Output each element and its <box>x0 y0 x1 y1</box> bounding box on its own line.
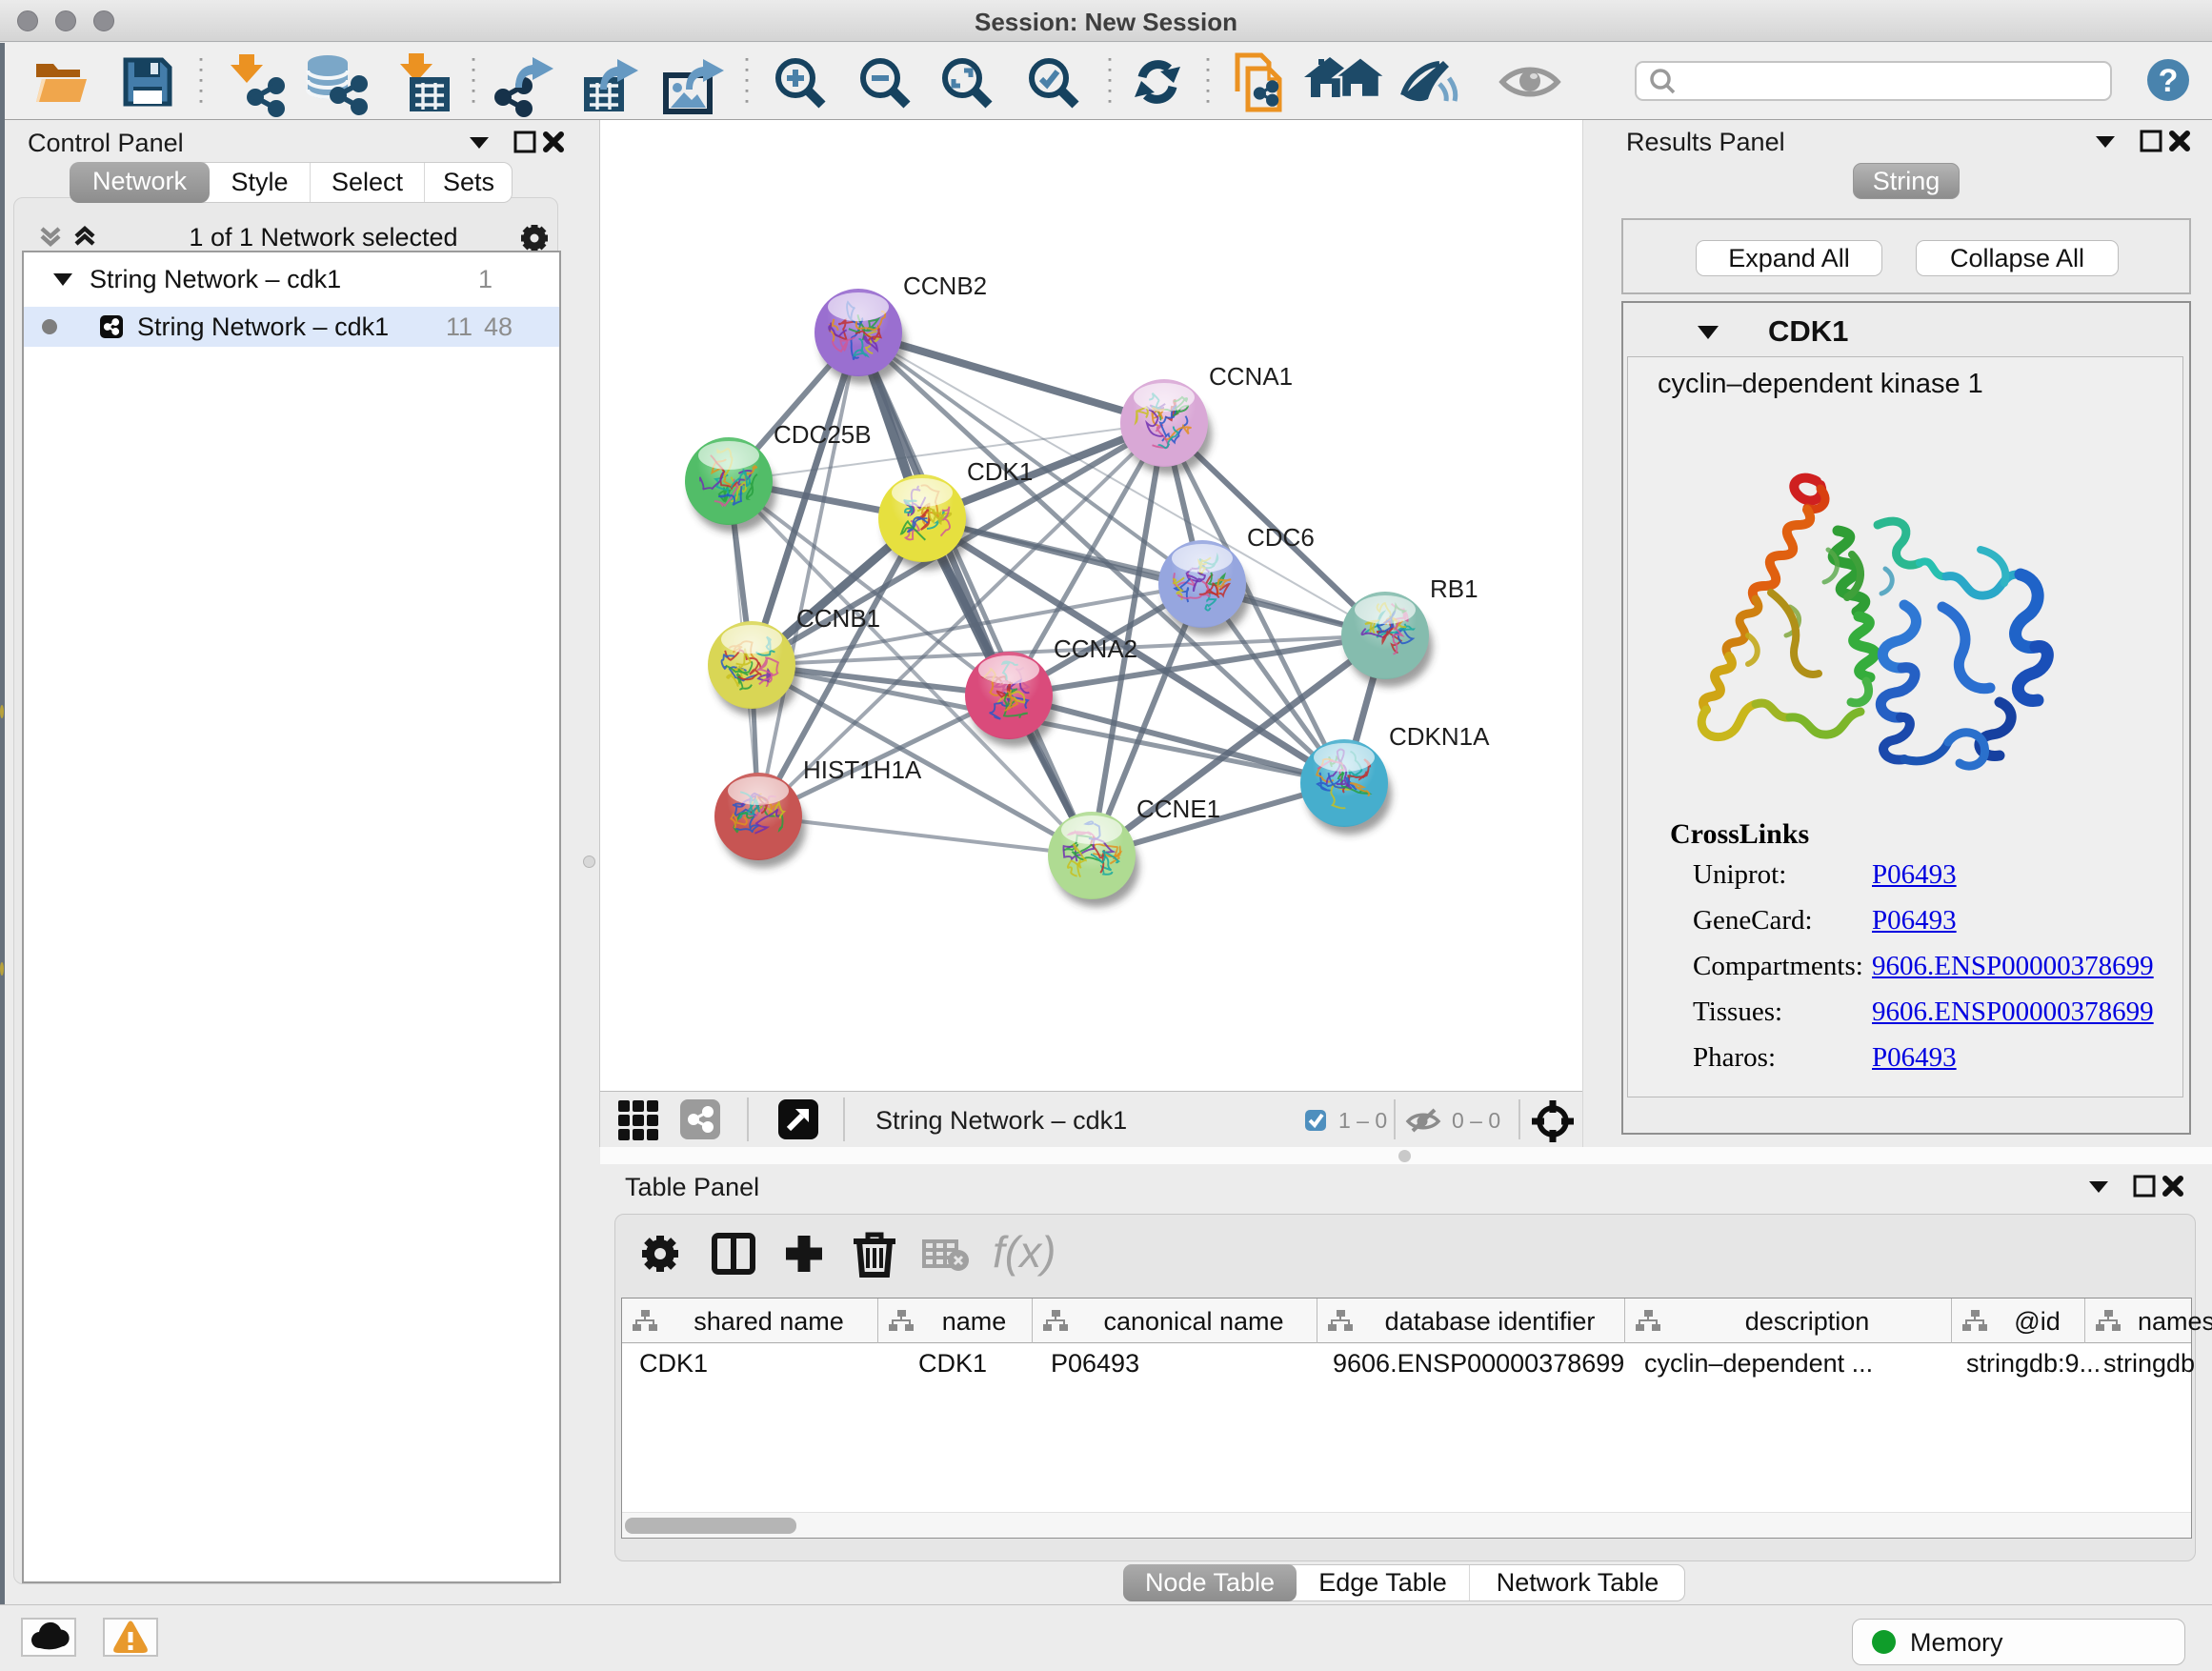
svg-text:CCNE1: CCNE1 <box>1136 795 1220 823</box>
svg-text:CDK1: CDK1 <box>967 457 1033 486</box>
svg-text:1 – 0: 1 – 0 <box>1338 1108 1387 1133</box>
svg-text:String Network – cdk1: String Network – cdk1 <box>875 1106 1127 1135</box>
svg-text:RB1: RB1 <box>1430 574 1478 603</box>
svg-text:CDC25B: CDC25B <box>774 420 872 449</box>
svg-text:CCNA1: CCNA1 <box>1209 362 1293 391</box>
svg-text:HIST1H1A: HIST1H1A <box>803 755 922 784</box>
svg-text:?: ? <box>2159 63 2179 99</box>
svg-text:CCNB1: CCNB1 <box>796 604 880 633</box>
svg-text:CDKN1A: CDKN1A <box>1389 722 1490 751</box>
svg-text:0 – 0: 0 – 0 <box>1452 1108 1500 1133</box>
svg-text:CDC6: CDC6 <box>1247 523 1315 552</box>
svg-text:CCNB2: CCNB2 <box>903 272 987 300</box>
svg-text:CCNA2: CCNA2 <box>1054 634 1137 663</box>
svg-text:f(x): f(x) <box>993 1227 1056 1277</box>
